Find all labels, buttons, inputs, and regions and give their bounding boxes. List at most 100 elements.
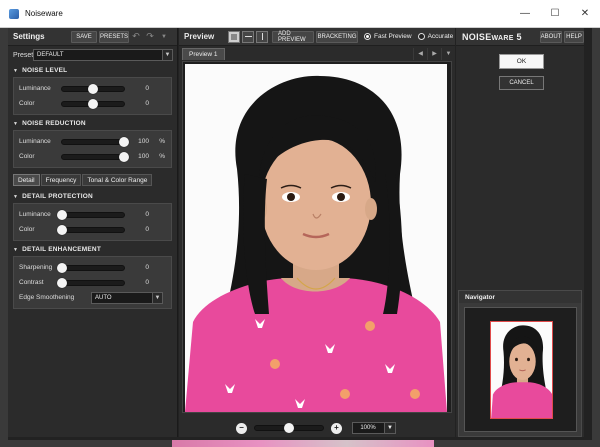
preview-tab-row: Preview 1 ◀ ▶ ▼ (179, 47, 455, 60)
add-preview-button[interactable]: ADD PREVIEW (272, 30, 314, 43)
edge-smoothening-row: Edge Smoothening AUTO ▼ (14, 290, 171, 305)
app-icon (9, 8, 19, 19)
bottom-image-strip (172, 440, 434, 447)
slider-knob[interactable] (119, 136, 129, 147)
window-title: Noiseware (25, 9, 63, 18)
edge-smoothening-select[interactable]: AUTO ▼ (91, 291, 163, 304)
radio-dot (417, 33, 425, 40)
thumbnail-image (491, 322, 552, 418)
bracketing-button[interactable]: BRACKETING (316, 30, 358, 43)
detail-protection-header[interactable]: ▼ DETAIL PROTECTION (8, 190, 177, 203)
slider-value: 100 (138, 138, 149, 145)
slider-knob[interactable] (57, 224, 67, 235)
noise-level-color-slider[interactable] (61, 98, 125, 109)
noise-reduction-luminance-row: Luminance 100 % (19, 136, 165, 147)
brand-logo: NOISEWARE 5 (462, 31, 522, 42)
preview-panel: Preview ADD PREVIEW BRACKETING Fast Prev… (179, 28, 455, 437)
chevron-right-icon[interactable]: ▶ (427, 47, 441, 60)
zoom-value: 100% (360, 425, 376, 431)
tab-preview-1[interactable]: Preview 1 (182, 47, 225, 60)
tab-tonal-color-range[interactable]: Tonal & Color Range (82, 174, 153, 186)
slider-knob[interactable] (119, 151, 129, 162)
slider-knob[interactable] (88, 83, 98, 94)
right-panel: NOISEWARE 5 ABOUT HELP OK CANCEL Navigat… (456, 28, 584, 437)
about-button[interactable]: ABOUT (540, 30, 562, 43)
preview-photo (185, 64, 447, 412)
contrast-row: Contrast 0 (19, 277, 149, 288)
noise-reduction-group: Luminance 100 % Color 100 % (13, 130, 172, 168)
detail-enhancement-header[interactable]: ▼ DETAIL ENHANCEMENT (8, 243, 177, 256)
detail-protection-luminance-slider[interactable] (57, 209, 125, 220)
preview-canvas[interactable] (182, 61, 452, 413)
slider-unit: % (159, 138, 165, 145)
split-vertical-icon[interactable] (256, 30, 268, 43)
noise-reduction-color-slider[interactable] (61, 151, 129, 162)
single-view-icon[interactable] (228, 30, 240, 43)
zoom-slider[interactable] (254, 423, 324, 433)
zoom-bar: − + 100% ▼ (179, 419, 455, 437)
navigator-panel: Navigator (458, 290, 582, 437)
presets-button[interactable]: PRESETS (99, 30, 129, 43)
noise-level-luminance-slider[interactable] (61, 83, 125, 94)
slider-knob[interactable] (57, 209, 67, 220)
sharpening-slider[interactable] (57, 262, 125, 273)
ok-button[interactable]: OK (499, 54, 544, 69)
chevron-down-icon[interactable]: ▼ (441, 47, 455, 60)
detail-protection-color-slider[interactable] (57, 224, 125, 235)
fast-preview-radio[interactable]: Fast Preview (364, 33, 412, 40)
navigator-view[interactable] (464, 307, 577, 432)
collapse-caret-icon: ▼ (13, 67, 19, 74)
edge-smoothening-label: Edge Smoothening (19, 294, 75, 301)
title-bar: Noiseware — ☐ ✕ (0, 0, 600, 28)
chevron-down-icon: ▼ (162, 50, 172, 60)
save-button[interactable]: SAVE (71, 30, 97, 43)
slider-knob[interactable] (57, 277, 67, 288)
slider-knob[interactable] (57, 262, 67, 273)
slider-value: 0 (145, 85, 149, 92)
preset-label: Preset (13, 51, 34, 59)
accurate-radio[interactable]: Accurate (417, 33, 453, 40)
undo-icon[interactable]: ↶ (129, 31, 143, 43)
zoom-out-icon[interactable]: − (236, 422, 247, 434)
tab-detail[interactable]: Detail (13, 174, 40, 186)
slider-value: 100 (138, 153, 149, 160)
chevron-down-icon: ▼ (384, 423, 395, 433)
detail-tabs: Detail Frequency Tonal & Color Range (13, 174, 172, 186)
split-horizontal-icon[interactable] (242, 30, 254, 43)
detail-enhancement-group: Sharpening 0 Contrast 0 Edge Smoothening… (13, 256, 172, 309)
cancel-button[interactable]: CANCEL (499, 76, 544, 90)
tab-frequency[interactable]: Frequency (40, 174, 82, 186)
redo-icon[interactable]: ↷ (143, 31, 157, 43)
preset-select[interactable]: DEFAULT ▼ (33, 49, 173, 61)
slider-knob[interactable] (88, 98, 98, 109)
noise-reduction-header[interactable]: ▼ NOISE REDUCTION (8, 117, 177, 130)
radio-dot (364, 33, 371, 40)
contrast-slider[interactable] (57, 277, 125, 288)
minimize-icon[interactable]: — (510, 0, 540, 27)
noise-level-group: Luminance 0 Color 0 (13, 77, 172, 115)
chevron-left-icon[interactable]: ◀ (413, 47, 427, 60)
slider-knob[interactable] (284, 423, 294, 433)
slider-unit: % (159, 153, 165, 160)
chevron-down-icon: ▼ (152, 292, 162, 303)
help-button[interactable]: HELP (564, 30, 584, 43)
detail-protection-luminance-row: Luminance 0 (19, 209, 149, 220)
preset-value: DEFAULT (37, 52, 64, 58)
maximize-icon[interactable]: ☐ (540, 0, 570, 27)
collapse-caret-icon: ▼ (13, 193, 19, 200)
slider-value: 0 (145, 226, 149, 233)
noise-reduction-color-row: Color 100 % (19, 151, 165, 162)
navigator-thumbnail[interactable] (490, 321, 553, 419)
slider-value: 0 (145, 264, 149, 271)
slider-value: 0 (145, 211, 149, 218)
sharpening-row: Sharpening 0 (19, 262, 149, 273)
settings-panel: Settings SAVE PRESETS ↶ ↷ ▼ Preset DEFAU… (8, 28, 178, 437)
preview-title: Preview (184, 32, 215, 41)
close-icon[interactable]: ✕ (570, 0, 600, 27)
zoom-in-icon[interactable]: + (331, 422, 342, 434)
zoom-select[interactable]: 100% ▼ (352, 422, 396, 434)
noise-reduction-luminance-slider[interactable] (61, 136, 129, 147)
noise-level-header[interactable]: ▼ NOISE LEVEL (8, 64, 177, 77)
chevron-down-icon[interactable]: ▼ (157, 31, 171, 43)
slider-value: 0 (145, 100, 149, 107)
